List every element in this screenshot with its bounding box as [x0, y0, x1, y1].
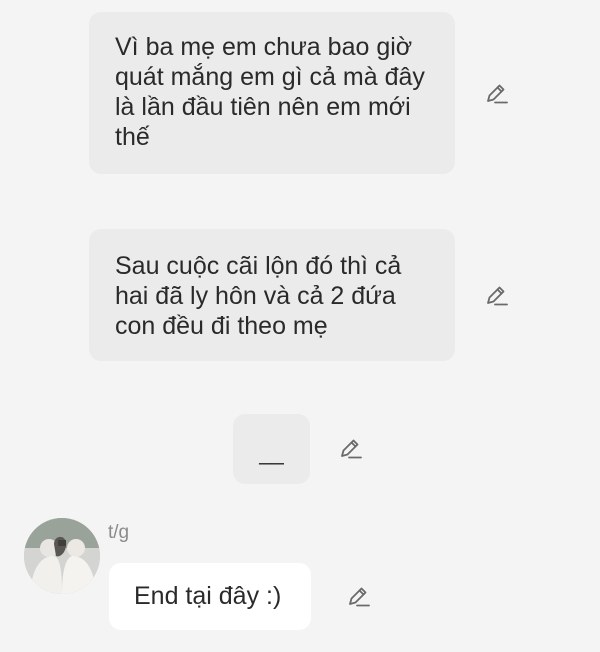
- reply-text: End tại đây :): [134, 582, 282, 610]
- message-text-1: Vì ba mẹ em chưa bao giờ quát mắng em gì…: [115, 33, 425, 151]
- message-bubble-3[interactable]: __: [233, 414, 310, 484]
- edit-pencil-icon[interactable]: [484, 283, 510, 309]
- sender-name: t/g: [108, 522, 130, 543]
- sender-avatar[interactable]: [24, 518, 100, 594]
- message-text-3: __: [259, 440, 284, 465]
- edit-pencil-icon[interactable]: [346, 584, 372, 610]
- message-text-2: Sau cuộc cãi lộn đó thì cả hai đã ly hôn…: [115, 252, 402, 340]
- reply-bubble[interactable]: End tại đây :): [109, 563, 311, 630]
- edit-pencil-icon[interactable]: [484, 81, 510, 107]
- message-bubble-1[interactable]: Vì ba mẹ em chưa bao giờ quát mắng em gì…: [89, 12, 455, 174]
- message-bubble-2[interactable]: Sau cuộc cãi lộn đó thì cả hai đã ly hôn…: [89, 229, 455, 361]
- edit-pencil-icon[interactable]: [338, 436, 364, 462]
